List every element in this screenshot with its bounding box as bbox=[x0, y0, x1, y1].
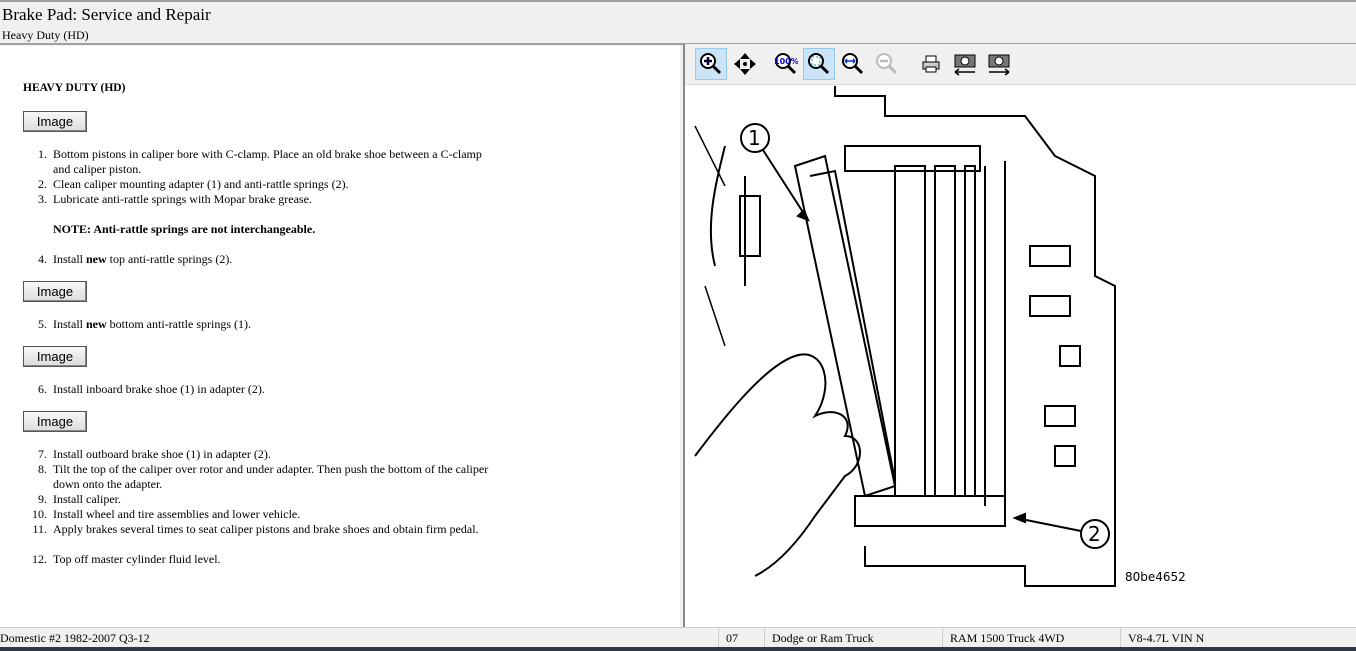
wheel-studs bbox=[1029, 245, 1081, 467]
zoom-100-button[interactable]: 100% bbox=[769, 48, 801, 80]
image-button-3[interactable]: Image bbox=[23, 346, 87, 367]
camera-right-arrow-icon bbox=[988, 54, 1010, 76]
status-database: Domestic #2 1982-2007 Q3-12 bbox=[0, 631, 150, 645]
callout-1: 1 bbox=[748, 126, 761, 150]
previous-image-button[interactable] bbox=[949, 48, 981, 80]
zoom-width-icon bbox=[842, 53, 864, 75]
step: 3. Lubricate anti-rattle springs with Mop… bbox=[38, 192, 312, 206]
svg-text:100%: 100% bbox=[774, 57, 798, 66]
rotor-edges bbox=[984, 161, 1006, 511]
status-make: Dodge or Ram Truck bbox=[772, 631, 874, 645]
note: NOTE: Anti-rattle springs are not interc… bbox=[53, 222, 316, 236]
step: 8. Tilt the top of the caliper over rotor… bbox=[38, 462, 489, 491]
pad-plates bbox=[894, 165, 976, 497]
print-button[interactable] bbox=[915, 48, 947, 80]
brake-caliper-diagram: 1 2 80be4652 bbox=[694, 86, 1186, 587]
step: 4. Install new top anti-rattle springs (2… bbox=[38, 252, 233, 266]
step: 11. Apply brakes several times to seat ca… bbox=[32, 522, 479, 536]
step: 12. Top off master cylinder fluid level. bbox=[32, 552, 221, 566]
hand bbox=[694, 353, 861, 577]
pan-icon bbox=[734, 53, 756, 75]
zoom-in-button[interactable] bbox=[695, 48, 727, 80]
adapter-bottom bbox=[854, 495, 1006, 527]
caliper-top bbox=[844, 145, 981, 172]
image-button-2[interactable]: Image bbox=[23, 281, 87, 302]
image-viewer: 100% 1 2 80be4652 bbox=[683, 44, 1356, 627]
section-heading: HEAVY DUTY (HD) bbox=[23, 82, 126, 94]
status-year: 07 bbox=[726, 631, 738, 645]
step: 5. Install new bottom anti-rattle springs… bbox=[38, 317, 251, 331]
zoom-100-icon: 100% bbox=[774, 53, 798, 75]
zoom-in-icon bbox=[700, 53, 722, 75]
pan-button[interactable] bbox=[729, 48, 761, 80]
step: 1. Bottom pistons in caliper bore with C-… bbox=[38, 147, 482, 176]
step: 10. Install wheel and tire assemblies and… bbox=[32, 507, 301, 521]
step: 7. Install outboard brake shoe (1) in ada… bbox=[38, 447, 271, 461]
zoom-fit-button[interactable] bbox=[803, 48, 835, 80]
page-title: Brake Pad: Service and Repair bbox=[2, 5, 211, 24]
next-image-button[interactable] bbox=[983, 48, 1015, 80]
taskbar bbox=[0, 647, 1356, 651]
figure-id: 80be4652 bbox=[1125, 570, 1186, 584]
status-engine: V8-4.7L VIN N bbox=[1128, 631, 1205, 645]
brake-shoe bbox=[793, 154, 897, 498]
camera-left-arrow-icon bbox=[954, 54, 976, 76]
image-button-4[interactable]: Image bbox=[23, 411, 87, 432]
brake-line bbox=[709, 145, 761, 286]
printer-icon bbox=[922, 55, 940, 73]
status-model: RAM 1500 Truck 4WD bbox=[950, 631, 1065, 645]
status-bar: Domestic #2 1982-2007 Q3-12 07 Dodge or … bbox=[0, 627, 1356, 648]
zoom-out-button[interactable] bbox=[871, 48, 903, 80]
callout-2: 2 bbox=[1088, 522, 1101, 546]
header: Brake Pad: Service and Repair Heavy Duty… bbox=[0, 0, 1356, 45]
zoom-out-icon bbox=[876, 53, 898, 75]
procedure-panel: HEAVY DUTY (HD) Image 1. Bottom pistons i… bbox=[0, 46, 680, 627]
viewer-toolbar: 100% bbox=[685, 44, 1356, 85]
image-button-1[interactable]: Image bbox=[23, 111, 87, 132]
step: 9. Install caliper. bbox=[38, 492, 121, 506]
page-subtitle: Heavy Duty (HD) bbox=[2, 28, 89, 42]
zoom-width-button[interactable] bbox=[837, 48, 869, 80]
zoom-fit-icon bbox=[808, 53, 830, 75]
step: 2. Clean caliper mounting adapter (1) and… bbox=[38, 177, 349, 191]
step: 6. Install inboard brake shoe (1) in adap… bbox=[38, 382, 265, 396]
